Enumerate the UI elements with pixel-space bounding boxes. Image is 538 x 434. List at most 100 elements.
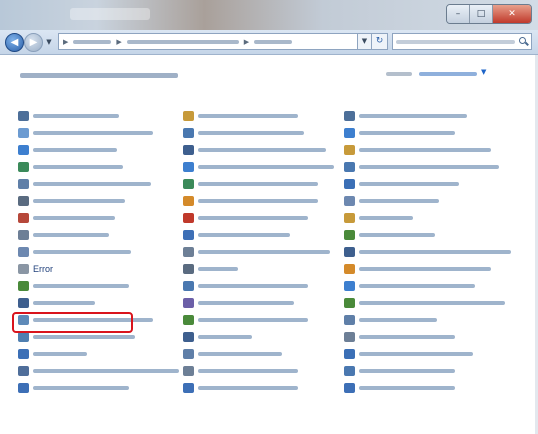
control-panel-item[interactable] [18, 107, 190, 124]
item-label[interactable] [359, 317, 437, 322]
control-panel-item[interactable] [183, 379, 355, 396]
item-label[interactable] [33, 164, 123, 169]
item-label[interactable] [359, 198, 439, 203]
item-label[interactable] [198, 215, 308, 220]
control-panel-item[interactable] [18, 294, 190, 311]
control-panel-item[interactable] [183, 124, 355, 141]
item-label[interactable] [33, 215, 115, 220]
control-panel-item[interactable] [344, 243, 516, 260]
item-label[interactable] [359, 181, 459, 186]
control-panel-item[interactable] [344, 141, 516, 158]
control-panel-item[interactable] [344, 175, 516, 192]
item-label[interactable] [359, 283, 475, 288]
item-label[interactable] [33, 351, 87, 356]
item-label[interactable] [359, 232, 435, 237]
control-panel-item[interactable] [183, 192, 355, 209]
control-panel-item[interactable] [18, 379, 190, 396]
breadcrumb-item[interactable] [73, 39, 112, 44]
item-label[interactable] [359, 147, 491, 152]
item-label[interactable] [198, 232, 290, 237]
control-panel-item[interactable] [344, 107, 516, 124]
control-panel-item[interactable] [183, 226, 355, 243]
item-label[interactable] [359, 368, 455, 373]
control-panel-item[interactable] [344, 328, 516, 345]
chevron-down-icon[interactable]: ▼ [481, 68, 486, 76]
control-panel-item[interactable]: Error [18, 260, 190, 277]
item-label[interactable] [33, 147, 117, 152]
control-panel-item[interactable] [18, 226, 190, 243]
control-panel-item[interactable] [183, 277, 355, 294]
item-label[interactable] [359, 164, 499, 169]
control-panel-item[interactable] [344, 209, 516, 226]
breadcrumb-item[interactable] [126, 39, 239, 44]
forward-button[interactable]: ▶ [24, 33, 43, 52]
item-label[interactable]: Error [33, 264, 53, 274]
control-panel-item[interactable] [344, 192, 516, 209]
item-label[interactable] [33, 385, 129, 390]
item-label[interactable] [198, 113, 298, 118]
control-panel-item[interactable] [183, 107, 355, 124]
control-panel-item[interactable] [344, 124, 516, 141]
address-dropdown-button[interactable]: ▼ [358, 33, 372, 50]
item-label[interactable] [33, 181, 151, 186]
item-label[interactable] [33, 130, 153, 135]
search-input[interactable] [392, 33, 532, 50]
control-panel-item[interactable] [18, 209, 190, 226]
item-label[interactable] [359, 351, 473, 356]
control-panel-item[interactable] [18, 345, 190, 362]
recent-pages-button[interactable]: ▼ [44, 38, 54, 46]
item-label[interactable] [198, 198, 318, 203]
address-bar[interactable]: ▶ ▶ ▶ [58, 33, 358, 50]
control-panel-item[interactable] [183, 311, 355, 328]
control-panel-item[interactable] [344, 158, 516, 175]
control-panel-item[interactable] [18, 175, 190, 192]
item-label[interactable] [33, 232, 109, 237]
control-panel-item[interactable] [183, 158, 355, 175]
maximize-button[interactable]: □ [470, 5, 493, 23]
item-label[interactable] [198, 317, 308, 322]
control-panel-item[interactable] [344, 260, 516, 277]
control-panel-item[interactable] [183, 141, 355, 158]
control-panel-item[interactable] [344, 226, 516, 243]
item-label[interactable] [359, 266, 491, 271]
item-label[interactable] [33, 198, 125, 203]
control-panel-item[interactable] [183, 175, 355, 192]
search-icon[interactable] [519, 37, 528, 46]
control-panel-item[interactable] [183, 243, 355, 260]
control-panel-item[interactable] [183, 362, 355, 379]
control-panel-item[interactable] [183, 209, 355, 226]
control-panel-item[interactable] [183, 345, 355, 362]
item-label[interactable] [33, 300, 95, 305]
item-label[interactable] [198, 283, 308, 288]
item-label[interactable] [33, 368, 179, 373]
item-label[interactable] [359, 113, 467, 118]
item-label[interactable] [198, 334, 252, 339]
item-label[interactable] [198, 181, 318, 186]
control-panel-item[interactable] [344, 379, 516, 396]
control-panel-item[interactable] [18, 243, 190, 260]
item-label[interactable] [359, 130, 455, 135]
control-panel-item[interactable] [183, 328, 355, 345]
control-panel-item[interactable] [18, 362, 190, 379]
item-label[interactable] [198, 130, 304, 135]
control-panel-item[interactable] [18, 277, 190, 294]
item-label[interactable] [198, 147, 326, 152]
control-panel-item[interactable] [18, 124, 190, 141]
control-panel-item[interactable] [344, 294, 516, 311]
item-label[interactable] [33, 334, 135, 339]
control-panel-item[interactable] [18, 141, 190, 158]
item-label[interactable] [33, 249, 131, 254]
item-label[interactable] [359, 300, 505, 305]
item-label[interactable] [198, 266, 238, 271]
item-label[interactable] [359, 334, 455, 339]
control-panel-item[interactable] [344, 311, 516, 328]
item-label[interactable] [198, 300, 294, 305]
item-label[interactable] [33, 283, 129, 288]
item-label[interactable] [198, 368, 298, 373]
item-label[interactable] [33, 113, 119, 118]
control-panel-item[interactable] [344, 277, 516, 294]
item-label[interactable] [359, 215, 413, 220]
breadcrumb-item[interactable] [254, 39, 293, 44]
control-panel-item[interactable] [344, 345, 516, 362]
refresh-button[interactable]: ↻ [372, 33, 388, 50]
